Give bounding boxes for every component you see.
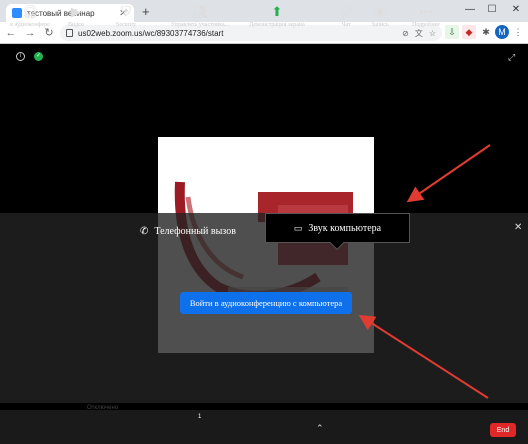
tab-computer-audio[interactable]: ▭ Звук компьютера — [265, 213, 410, 251]
chat-label: Чат — [341, 22, 351, 28]
security-button[interactable]: ⛨ Security — [110, 4, 142, 28]
chat-button[interactable]: 💬︎ Чат — [334, 4, 358, 28]
chat-icon: 💬︎ — [337, 4, 355, 19]
dialog-close-icon[interactable]: ✕ — [514, 222, 522, 233]
record-button[interactable]: ◉ Запись — [366, 4, 394, 28]
join-audio-button[interactable]: 🎧︎ к аудиоконфере — [4, 4, 56, 28]
headphones-icon: 🎧︎ — [21, 4, 39, 19]
extension-shield-icon[interactable]: ◆ — [462, 25, 476, 39]
record-label: Запись — [371, 22, 389, 28]
share-options-chevron-icon[interactable]: ⌃ — [316, 420, 324, 436]
participants-label: Управлять участника... — [170, 22, 230, 28]
end-meeting-button[interactable]: End — [490, 423, 516, 437]
encryption-shield-icon[interactable]: ✓ — [34, 52, 43, 61]
security-label: Security — [116, 22, 136, 28]
participants-button[interactable]: 👥︎ Управлять участника... — [170, 4, 230, 28]
more-button[interactable]: ••• Подробнее — [408, 4, 444, 28]
url-text: us02web.zoom.us/wc/89303774736/start — [78, 28, 224, 38]
new-tab-button[interactable]: + — [142, 4, 150, 20]
tab-computer-label: Звук компьютера — [308, 222, 382, 234]
fullscreen-icon[interactable]: ⤢ — [508, 52, 515, 63]
forward-icon[interactable]: → — [22, 27, 38, 39]
audio-dialog: ✆ Телефонный вызов ▭ Звук компьютера ✕ В… — [0, 213, 528, 403]
info-icon[interactable]: i — [16, 52, 25, 61]
join-computer-audio-button[interactable]: Войти в аудиоконференцию с компьютера — [180, 292, 352, 314]
more-dots-icon: ••• — [419, 4, 433, 19]
participants-count: 1 — [198, 414, 202, 420]
phone-icon: ✆ — [140, 225, 149, 237]
star-icon[interactable]: ☆ — [429, 29, 436, 38]
tab-phone-call[interactable]: ✆ Телефонный вызов — [140, 221, 258, 241]
record-icon: ◉ — [374, 4, 386, 19]
extensions-puzzle-icon[interactable]: ✱ — [479, 25, 493, 39]
lock-icon — [66, 29, 73, 37]
camera-blocked-icon[interactable]: ⊘ — [402, 29, 409, 38]
share-screen-icon: ⬆ — [271, 4, 283, 19]
more-label: Подробнее — [412, 22, 440, 28]
video-button[interactable]: ▶ Видео — [62, 4, 90, 28]
back-icon[interactable]: ← — [3, 27, 19, 39]
maximize-button[interactable]: ☐ — [482, 2, 502, 18]
video-label: Видео — [68, 22, 84, 28]
video-camera-icon: ▶ — [71, 4, 81, 19]
profile-avatar[interactable]: M — [495, 25, 509, 39]
share-label: Демонстрация экрана — [249, 22, 305, 28]
minimize-button[interactable]: — — [460, 2, 480, 18]
security-shield-icon: ⛨ — [121, 4, 131, 19]
meeting-controls-bar — [0, 410, 528, 444]
browser-window: тестовый вебинар ✕ + — ☐ ✕ ← → ↻ us02web… — [0, 0, 528, 444]
browser-menu-icon[interactable]: ⋮ — [511, 25, 525, 39]
tab-pointer — [329, 235, 345, 251]
share-screen-button[interactable]: ⬆ Демонстрация экрана — [244, 4, 310, 28]
laptop-icon: ▭ — [293, 222, 303, 233]
audio-label: к аудиоконфере — [10, 22, 50, 28]
hint-text: Отключено — [87, 405, 119, 411]
tab-phone-label: Телефонный вызов — [154, 225, 236, 237]
participants-icon: 👥︎ — [191, 4, 209, 19]
extension-download-icon[interactable]: ⇩ — [445, 25, 459, 39]
window-close-button[interactable]: ✕ — [506, 2, 526, 18]
translate-icon[interactable]: 文 — [415, 28, 423, 39]
